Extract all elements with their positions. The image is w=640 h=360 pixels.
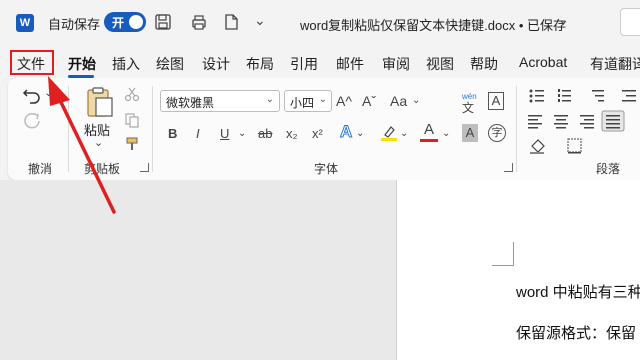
title-chevron-icon[interactable]: ⌄: [558, 12, 569, 28]
chevron-down-icon: ⌄: [265, 94, 274, 105]
clipboard-group-label: 剪贴板: [84, 162, 121, 176]
bold-button[interactable]: B: [168, 124, 177, 144]
tab-layout[interactable]: 布局: [246, 54, 274, 74]
shading-border-row[interactable]: [528, 136, 640, 156]
tab-youdao[interactable]: 有道翻译: [590, 54, 640, 74]
text-effects-dropdown-icon[interactable]: ⌄: [356, 124, 364, 144]
group-divider: [516, 86, 517, 172]
title-bar: W 自动保存 开 ⌄ word复制粘贴仅保留文本快捷键.docx • 已保存 ⌄: [0, 0, 640, 46]
font-size-select[interactable]: 小四 ⌄: [284, 90, 332, 112]
group-divider: [152, 86, 153, 172]
highlight-icon[interactable]: [380, 124, 398, 142]
phonetic-guide-button[interactable]: 文: [462, 98, 474, 118]
list-buttons-row[interactable]: [528, 86, 640, 106]
font-color-button[interactable]: A: [424, 120, 434, 140]
copy-icon[interactable]: [124, 112, 140, 128]
underline-button[interactable]: U: [220, 124, 229, 144]
tab-review[interactable]: 审阅: [382, 54, 410, 74]
file-tab-highlight-box: [10, 50, 54, 75]
font-color-dropdown-icon[interactable]: ⌄: [442, 124, 450, 144]
document-line-1: word 中粘贴有三种: [516, 284, 640, 301]
tab-references[interactable]: 引用: [290, 54, 318, 74]
paste-icon[interactable]: [82, 86, 116, 118]
tab-draw[interactable]: 绘图: [156, 54, 184, 74]
character-shading-button[interactable]: A: [462, 124, 478, 142]
page-corner-mark: [492, 242, 514, 266]
document-line-2: 保留源格式：保留: [516, 325, 637, 342]
undo-icon[interactable]: [22, 86, 42, 104]
tab-design[interactable]: 设计: [202, 54, 230, 74]
undo-dropdown-icon[interactable]: ⌄: [44, 86, 53, 99]
superscript-button[interactable]: x²: [312, 124, 323, 144]
grow-font-button[interactable]: A^: [336, 91, 352, 111]
alignment-buttons-row[interactable]: [528, 110, 640, 132]
qat-customize-chevron-icon[interactable]: ⌄: [254, 12, 272, 30]
group-divider: [68, 86, 69, 172]
paragraph-group-label: 段落: [596, 162, 621, 176]
paste-dropdown-icon[interactable]: ⌄: [94, 136, 103, 149]
change-case-button[interactable]: Aa: [390, 91, 407, 111]
highlight-dropdown-icon[interactable]: ⌄: [400, 124, 408, 144]
character-border-button[interactable]: A: [488, 92, 504, 110]
document-title: word复制粘贴仅保留文本快捷键.docx • 已保存: [300, 18, 567, 33]
autosave-toggle[interactable]: 开: [104, 12, 146, 32]
chevron-down-icon: ⌄: [318, 94, 327, 105]
font-name-value: 微软雅黑: [166, 96, 215, 110]
underline-dropdown-icon[interactable]: ⌄: [238, 124, 246, 144]
document-icon[interactable]: [222, 13, 240, 31]
search-box[interactable]: [620, 8, 640, 36]
tab-help[interactable]: 帮助: [470, 54, 498, 74]
enclose-characters-button[interactable]: 字: [488, 124, 506, 142]
font-name-select[interactable]: 微软雅黑 ⌄: [160, 90, 280, 112]
undo-group-label: 撤消: [28, 162, 53, 176]
toggle-knob: [129, 15, 143, 29]
tab-view[interactable]: 视图: [426, 54, 454, 74]
strikethrough-button[interactable]: ab: [258, 124, 272, 144]
subscript-button[interactable]: x₂: [286, 124, 298, 144]
font-group-label: 字体: [314, 162, 339, 176]
cut-icon[interactable]: [124, 86, 140, 102]
autosave-toggle-label: 开: [112, 16, 125, 30]
italic-button[interactable]: I: [196, 124, 200, 144]
format-painter-icon[interactable]: [124, 136, 140, 152]
font-size-value: 小四: [290, 96, 315, 110]
redo-icon[interactable]: [22, 112, 42, 130]
word-logo-icon: W: [16, 14, 34, 32]
tab-insert[interactable]: 插入: [112, 54, 140, 74]
shrink-font-button[interactable]: Aˇ: [362, 91, 376, 111]
tab-mailings[interactable]: 邮件: [336, 54, 364, 74]
tab-acrobat[interactable]: Acrobat: [519, 54, 567, 70]
change-case-dropdown-icon[interactable]: ⌄: [412, 91, 420, 111]
tab-home[interactable]: 开始: [68, 54, 96, 74]
print-preview-icon[interactable]: [190, 13, 208, 31]
save-icon[interactable]: [154, 13, 172, 31]
font-color-swatch: [420, 139, 438, 142]
font-launcher-icon[interactable]: [504, 163, 513, 172]
text-effects-button[interactable]: A: [339, 122, 352, 142]
menu-bar: 文件 开始 插入 绘图 设计 布局 引用 邮件 审阅 视图 帮助 Acrobat…: [0, 46, 640, 78]
autosave-label: 自动保存: [48, 17, 101, 32]
clipboard-launcher-icon[interactable]: [140, 163, 149, 172]
